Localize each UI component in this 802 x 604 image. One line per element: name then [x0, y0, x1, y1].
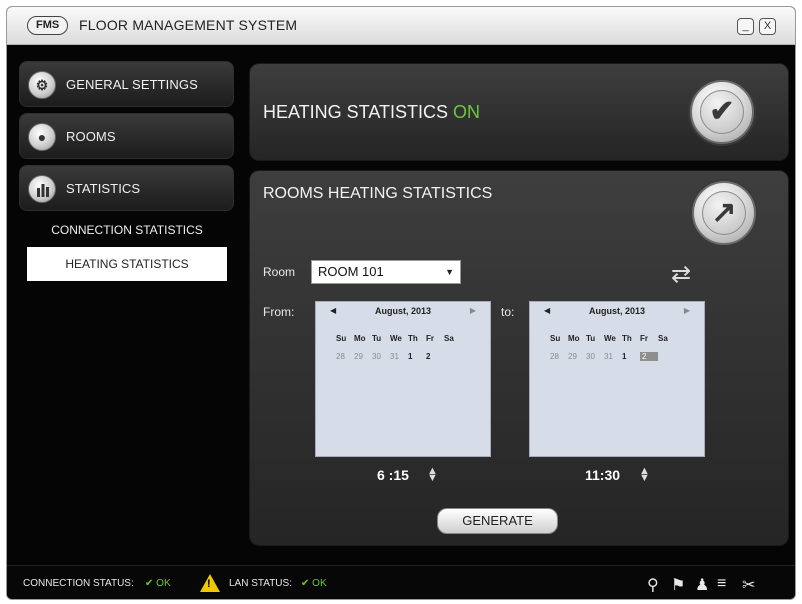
to-time-spinner-icon[interactable]: ▲ ▼ [639, 466, 650, 484]
heating-title-text: HEATING STATISTICS [263, 102, 449, 122]
user-icon[interactable]: ♟ [695, 575, 709, 595]
app-logo: FMS [27, 16, 69, 35]
calendar-date[interactable]: 31 [390, 352, 408, 361]
calendar-day-header: Sa [444, 334, 454, 343]
heating-toggle-button[interactable]: ✔ [690, 80, 754, 144]
sidebar-item-statistics[interactable]: STATISTICS [19, 165, 234, 211]
calendar-date[interactable]: 29 [354, 352, 372, 361]
app-window: FMS FLOOR MANAGEMENT SYSTEM _ X ⚙ GENERA… [6, 6, 796, 600]
lan-status-value: ✔ OK [301, 578, 327, 589]
calendar-date-selected[interactable]: 2 [640, 352, 658, 361]
connection-status-value: ✔ OK [145, 578, 171, 589]
generate-button[interactable]: GENERATE [437, 508, 558, 534]
flag-icon[interactable]: ⚑ [671, 575, 685, 595]
from-time-value[interactable]: 6 :15 [377, 467, 409, 483]
lan-status-label: LAN STATUS: [229, 578, 292, 589]
calendar-day-header: Mo [568, 334, 580, 343]
wrench-icon[interactable]: ⚲ [647, 575, 659, 595]
tools-icon[interactable]: ✂ [742, 575, 755, 595]
app-title: FLOOR MANAGEMENT SYSTEM [79, 17, 298, 33]
calendar-date[interactable]: 2 [426, 352, 444, 361]
lan-status-text: OK [312, 578, 327, 589]
calendar-day-header: Tu [372, 334, 382, 343]
heating-status-title: HEATING STATISTICS ON [263, 102, 480, 123]
gear-icon: ⚙ [28, 71, 56, 99]
person-icon: ● [28, 123, 56, 151]
warning-icon: ! [200, 574, 220, 592]
connection-status-label: CONNECTION STATUS: [23, 578, 134, 589]
bar-chart-icon [28, 175, 56, 203]
to-label: to: [501, 305, 515, 319]
heating-status-value: ON [453, 102, 481, 122]
calendar-day-header: Tu [586, 334, 596, 343]
from-label: From: [263, 305, 295, 319]
statistics-submenu: CONNECTION STATISTICS HEATING STATISTICS [27, 213, 227, 281]
calendar-date[interactable]: 1 [408, 352, 426, 361]
calendar-day-header: Th [622, 334, 632, 343]
to-time-value[interactable]: 11:30 [585, 467, 620, 483]
connection-status-text: OK [156, 578, 171, 589]
calendar-month: August, 2013 [588, 306, 646, 316]
list-icon[interactable]: ≡ [717, 575, 726, 593]
heating-status-panel: HEATING STATISTICS ON ✔ [249, 63, 789, 161]
calendar-date[interactable]: 29 [568, 352, 586, 361]
from-time-spinner-icon[interactable]: ▲ ▼ [427, 466, 438, 484]
refresh-icon[interactable]: ⇄ [671, 263, 691, 287]
submenu-item-heating-statistics[interactable]: HEATING STATISTICS [27, 247, 227, 281]
calendar-month: August, 2013 [374, 306, 432, 316]
calendar-day-header: We [390, 334, 402, 343]
title-bar: FMS FLOOR MANAGEMENT SYSTEM _ X [7, 7, 795, 45]
trend-up-icon: ↗ [711, 196, 737, 229]
calendar-date[interactable]: 30 [586, 352, 604, 361]
calendar-date[interactable]: 28 [550, 352, 568, 361]
sidebar-item-label: GENERAL SETTINGS [66, 77, 198, 92]
calendar-day-header: Su [336, 334, 347, 343]
next-month-button[interactable]: ▶ [470, 306, 476, 315]
to-calendar[interactable]: ◀ August, 2013 ▶ Su Mo Tu We Th Fr Sa 28… [529, 301, 705, 457]
checkmark-icon: ✔ [709, 95, 735, 128]
calendar-date[interactable]: 30 [372, 352, 390, 361]
submenu-item-connection-statistics[interactable]: CONNECTION STATISTICS [27, 213, 227, 247]
calendar-day-header: Fr [640, 334, 648, 343]
calendar-day-header: We [604, 334, 616, 343]
room-label: Room [263, 265, 296, 279]
sidebar-item-label: STATISTICS [66, 181, 141, 196]
trend-button[interactable]: ↗ [692, 181, 756, 245]
calendar-day-header: Mo [354, 334, 366, 343]
chevron-down-icon: ▼ [445, 267, 454, 277]
room-select-value: ROOM 101 [318, 264, 384, 279]
status-bar: CONNECTION STATUS: ✔ OK ! LAN STATUS: ✔ … [7, 565, 795, 599]
calendar-date[interactable]: 1 [622, 352, 640, 361]
calendar-day-header: Sa [658, 334, 668, 343]
calendar-date[interactable]: 28 [336, 352, 354, 361]
room-select[interactable]: ROOM 101 ▼ [311, 260, 461, 284]
rooms-statistics-title: ROOMS HEATING STATISTICS [263, 185, 493, 202]
calendar-day-header: Fr [426, 334, 434, 343]
calendar-day-header: Th [408, 334, 418, 343]
sidebar-item-general-settings[interactable]: ⚙ GENERAL SETTINGS [19, 61, 234, 107]
sidebar-item-rooms[interactable]: ● ROOMS [19, 113, 234, 159]
sidebar-item-label: ROOMS [66, 129, 116, 144]
next-month-button[interactable]: ▶ [684, 306, 690, 315]
from-calendar[interactable]: ◀ August, 2013 ▶ Su Mo Tu We Th Fr Sa 28… [315, 301, 491, 457]
minimize-button[interactable]: _ [737, 18, 754, 35]
calendar-date[interactable]: 31 [604, 352, 622, 361]
close-button[interactable]: X [759, 18, 776, 35]
calendar-day-header: Su [550, 334, 561, 343]
